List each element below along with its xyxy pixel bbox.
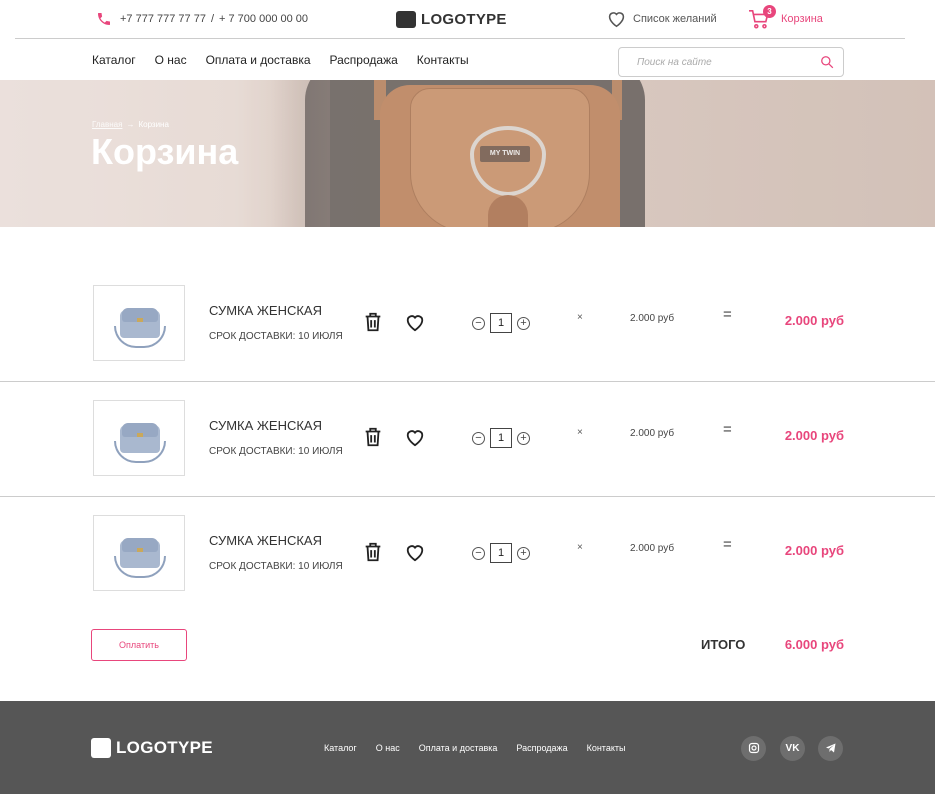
product-name[interactable]: СУМКА ЖЕНСКАЯ	[209, 303, 322, 318]
multiply-sign: ×	[577, 427, 583, 438]
product-thumbnail[interactable]	[93, 515, 185, 591]
vk-icon[interactable]: VK	[780, 736, 805, 761]
product-thumbnail[interactable]	[93, 400, 185, 476]
nav-item-about[interactable]: О нас	[155, 53, 187, 67]
page-title: Корзина	[91, 131, 239, 172]
trash-icon[interactable]	[362, 311, 384, 333]
breadcrumb-home[interactable]: Главная	[92, 120, 122, 129]
decrease-qty-button[interactable]: −	[472, 432, 485, 445]
thumb-clasp	[137, 318, 143, 322]
footer-menu: Каталог О нас Оплата и доставка Распрода…	[324, 743, 644, 753]
trash-icon[interactable]	[362, 541, 384, 563]
footer-item-about[interactable]: О нас	[376, 743, 400, 753]
nav-item-contacts[interactable]: Контакты	[417, 53, 469, 67]
delivery-date: СРОК ДОСТАВКИ: 10 ИЮЛЯ	[209, 331, 343, 342]
logo-mark-icon	[396, 11, 416, 28]
top-bar: +7 777 777 77 77 / + 7 700 000 00 00 LOGOT…	[0, 0, 935, 38]
line-total: 2.000 руб	[784, 428, 844, 443]
search-icon[interactable]	[820, 55, 834, 69]
nav-item-payment-delivery[interactable]: Оплата и доставка	[206, 53, 311, 67]
phone-link-2[interactable]: + 7 700 000 00 00	[219, 13, 308, 25]
breadcrumb: Главная → Корзина	[92, 120, 169, 129]
increase-qty-button[interactable]: +	[517, 317, 530, 330]
unit-price: 2.000 руб	[630, 313, 675, 324]
breadcrumb-current: Корзина	[138, 120, 169, 129]
wishlist-label: Список желаний	[633, 12, 717, 25]
heart-icon[interactable]	[404, 312, 426, 332]
footer-logo[interactable]: LOGOTYPE	[91, 738, 213, 758]
cart-item: СУМКА ЖЕНСКАЯ СРОК ДОСТАВКИ: 10 ИЮЛЯ − 1…	[0, 266, 935, 381]
footer: LOGOTYPE Каталог О нас Оплата и доставка…	[0, 701, 935, 794]
footer-item-catalog[interactable]: Каталог	[324, 743, 357, 753]
quantity-field[interactable]: 1	[490, 543, 512, 563]
instagram-icon[interactable]	[741, 736, 766, 761]
multiply-sign: ×	[577, 542, 583, 553]
equals-sign: =	[723, 306, 732, 323]
multiply-sign: ×	[577, 312, 583, 323]
nav-item-sale[interactable]: Распродажа	[330, 53, 398, 67]
telegram-icon[interactable]	[818, 736, 843, 761]
wishlist-link[interactable]: Список желаний	[606, 9, 717, 28]
thumb-clasp	[137, 433, 143, 437]
equals-sign: =	[723, 536, 732, 553]
nav-menu: Каталог О нас Оплата и доставка Распрода…	[92, 53, 488, 67]
decrease-qty-button[interactable]: −	[472, 317, 485, 330]
unit-price: 2.000 руб	[630, 543, 675, 554]
increase-qty-button[interactable]: +	[517, 547, 530, 560]
increase-qty-button[interactable]: +	[517, 432, 530, 445]
cart-count-badge: 3	[763, 5, 776, 18]
search-box	[618, 47, 844, 77]
phone-separator: /	[210, 13, 215, 25]
breadcrumb-arrow-icon: →	[126, 120, 135, 129]
footer-item-sale[interactable]: Распродажа	[516, 743, 567, 753]
unit-price: 2.000 руб	[630, 428, 675, 439]
total-label: ИТОГО	[701, 637, 746, 652]
product-thumbnail[interactable]	[93, 285, 185, 361]
decrease-qty-button[interactable]: −	[472, 547, 485, 560]
delivery-date: СРОК ДОСТАВКИ: 10 ИЮЛЯ	[209, 446, 343, 457]
cart-link[interactable]: 3 Корзина	[748, 5, 823, 29]
nav-item-catalog[interactable]: Каталог	[92, 53, 136, 67]
thumb-clasp	[137, 548, 143, 552]
trash-icon[interactable]	[362, 426, 384, 448]
delivery-date: СРОК ДОСТАВКИ: 10 ИЮЛЯ	[209, 561, 343, 572]
cart-label: Корзина	[781, 13, 823, 25]
main-nav: Каталог О нас Оплата и доставка Распрода…	[0, 39, 935, 80]
logo-mark-icon	[91, 738, 111, 758]
search-input[interactable]	[637, 55, 807, 70]
quantity-field[interactable]: 1	[490, 313, 512, 333]
product-name[interactable]: СУМКА ЖЕНСКАЯ	[209, 418, 322, 433]
footer-logo-text: LOGOTYPE	[116, 738, 213, 757]
heart-icon[interactable]	[404, 542, 426, 562]
footer-item-contacts[interactable]: Контакты	[587, 743, 626, 753]
cart-item: СУМКА ЖЕНСКАЯ СРОК ДОСТАВКИ: 10 ИЮЛЯ − 1…	[0, 381, 935, 496]
line-total: 2.000 руб	[784, 543, 844, 558]
line-total: 2.000 руб	[784, 313, 844, 328]
cart-item: СУМКА ЖЕНСКАЯ СРОК ДОСТАВКИ: 10 ИЮЛЯ − 1…	[0, 496, 935, 611]
heart-icon[interactable]	[404, 427, 426, 447]
phone-icon	[98, 13, 110, 25]
total-value: 6.000 руб	[784, 637, 844, 652]
phone-numbers: +7 777 777 77 77 / + 7 700 000 00 00	[120, 13, 308, 25]
quantity-field[interactable]: 1	[490, 428, 512, 448]
footer-item-payment-delivery[interactable]: Оплата и доставка	[419, 743, 498, 753]
phone-link-1[interactable]: +7 777 777 77 77	[120, 13, 206, 25]
equals-sign: =	[723, 421, 732, 438]
header-logo[interactable]: LOGOTYPE	[396, 10, 507, 29]
product-name[interactable]: СУМКА ЖЕНСКАЯ	[209, 533, 322, 548]
logo-text: LOGOTYPE	[421, 11, 507, 28]
heart-icon	[608, 12, 625, 28]
pay-button[interactable]: Оплатить	[91, 629, 187, 661]
